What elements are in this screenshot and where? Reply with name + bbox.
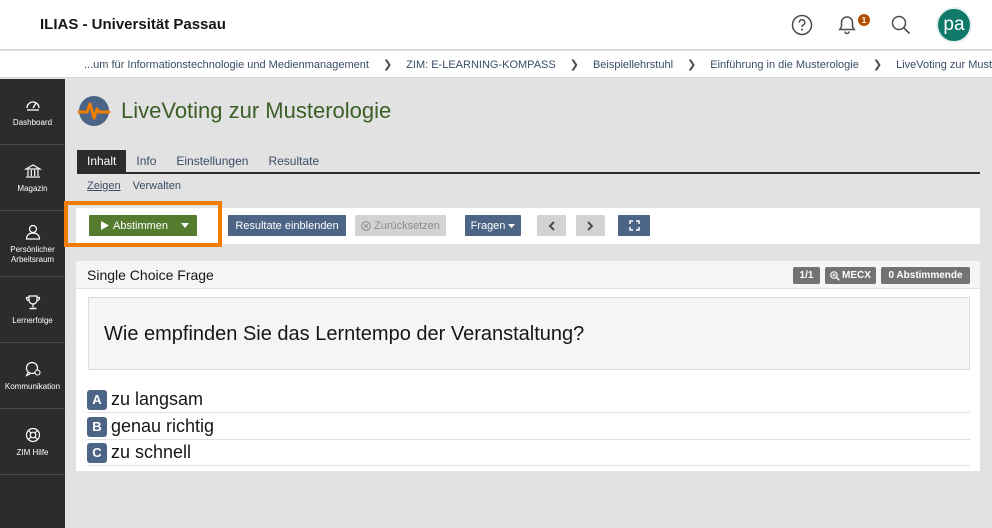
- sidebar-item-dashboard[interactable]: Dashboard: [0, 79, 65, 145]
- question-header: Single Choice Frage 1/1 MECX 0 Abstimmen…: [76, 261, 980, 289]
- sidebar-item-communication[interactable]: Kommunikation: [0, 343, 65, 409]
- user-icon: [25, 224, 40, 240]
- sidebar-item-achievements[interactable]: Lernerfolge: [0, 277, 65, 343]
- question-type: Single Choice Frage: [87, 267, 214, 283]
- top-header: ILIAS - Universität Passau 1 pa: [0, 0, 992, 50]
- chat-icon: [24, 361, 41, 377]
- dashboard-icon: [25, 100, 40, 111]
- help-icon[interactable]: [789, 12, 815, 38]
- access-code: MECX: [842, 270, 871, 281]
- chevron-right-icon: ❯: [872, 59, 883, 71]
- subtab-verwalten[interactable]: Verwalten: [133, 180, 181, 192]
- breadcrumb-item[interactable]: Beispiellehrstuhl: [593, 59, 673, 71]
- answer-option[interactable]: C zu schnell: [87, 440, 970, 466]
- livevoting-logo-icon: [77, 96, 111, 126]
- questions-dropdown-label: Fragen: [470, 219, 506, 232]
- search-icon[interactable]: [888, 12, 914, 38]
- sidebar-item-label: Magazin: [17, 183, 48, 193]
- chevron-right-icon: ❯: [569, 59, 579, 71]
- option-letter: B: [87, 416, 107, 437]
- page-header: LiveVoting zur Musterologie: [77, 94, 391, 128]
- subtab-bar: Zeigen Verwalten: [87, 180, 181, 192]
- question-panel: Single Choice Frage 1/1 MECX 0 Abstimmen…: [76, 261, 980, 471]
- bell-icon[interactable]: [834, 12, 860, 38]
- lifebuoy-icon: [25, 427, 40, 442]
- sidebar-item-label: ZIM Hilfe: [16, 447, 49, 457]
- sidebar-item-label: Persönlicher Arbeitsraum: [10, 244, 55, 264]
- show-results-button[interactable]: Resultate einblenden: [228, 215, 346, 236]
- option-text: genau richtig: [111, 416, 215, 436]
- circle-x-icon: [361, 220, 371, 231]
- chevron-right-icon: ❯: [382, 59, 393, 71]
- app-title[interactable]: ILIAS - Universität Passau: [40, 16, 226, 33]
- library-icon: [23, 163, 42, 178]
- option-text: zu langsam: [111, 389, 204, 409]
- option-text: zu schnell: [111, 442, 192, 462]
- question-text-box: Wie empfinden Sie das Lerntempo der Vera…: [88, 297, 970, 370]
- trophy-icon: [25, 294, 40, 309]
- sidebar-item-magazin[interactable]: Magazin: [0, 145, 65, 211]
- page-title: LiveVoting zur Musterologie: [121, 98, 392, 123]
- breadcrumb-item-current[interactable]: LiveVoting zur Musterologie: [896, 59, 992, 71]
- highlight-frame: [64, 201, 222, 247]
- previous-question-button[interactable]: [537, 215, 566, 236]
- questions-dropdown[interactable]: Fragen: [465, 215, 521, 236]
- zoom-in-icon: [830, 270, 840, 281]
- tab-bar: Inhalt Info Einstellungen Resultate: [77, 150, 980, 174]
- option-letter: A: [87, 389, 107, 410]
- fullscreen-button[interactable]: [618, 215, 650, 236]
- caret-down-icon: [508, 223, 516, 228]
- tab-resultate[interactable]: Resultate: [258, 150, 329, 172]
- answer-option[interactable]: A zu langsam: [87, 387, 970, 413]
- reset-button[interactable]: Zurücksetzen: [355, 215, 446, 236]
- answer-option[interactable]: B genau richtig: [87, 414, 970, 440]
- chevron-right-icon: [587, 220, 594, 231]
- voters-badge: 0 Abstimmende: [881, 267, 970, 284]
- breadcrumb-item[interactable]: Einführung in die Musterologie: [710, 59, 859, 71]
- breadcrumb: ...um für Informationstechnologie und Me…: [0, 51, 992, 78]
- avatar[interactable]: pa: [936, 7, 972, 43]
- notification-badge: 1: [858, 14, 870, 26]
- question-position-badge: 1/1: [793, 267, 820, 284]
- breadcrumb-item[interactable]: ZIM: E-LEARNING-KOMPASS: [406, 59, 556, 71]
- tab-info[interactable]: Info: [126, 150, 166, 172]
- main-sidebar: Dashboard Magazin Persönlicher Arbeitsra…: [0, 79, 65, 528]
- fullscreen-icon: [628, 220, 640, 231]
- option-letter: C: [87, 442, 107, 463]
- sidebar-item-personal-workspace[interactable]: Persönlicher Arbeitsraum: [0, 211, 65, 277]
- chevron-right-icon: ❯: [687, 59, 697, 71]
- next-question-button[interactable]: [576, 215, 605, 236]
- chevron-left-icon: [548, 220, 555, 231]
- sidebar-item-label: Kommunikation: [4, 381, 61, 391]
- sidebar-item-label: Lernerfolge: [12, 315, 53, 325]
- tab-einstellungen[interactable]: Einstellungen: [166, 150, 258, 172]
- subtab-zeigen[interactable]: Zeigen: [87, 180, 121, 192]
- question-text: Wie empfinden Sie das Lerntempo der Vera…: [104, 323, 585, 345]
- breadcrumb-item[interactable]: ...um für Informationstechnologie und Me…: [84, 59, 369, 71]
- reset-button-label: Zurücksetzen: [373, 219, 441, 232]
- sidebar-item-label: Dashboard: [12, 117, 53, 127]
- access-code-badge[interactable]: MECX: [825, 267, 876, 284]
- tab-inhalt[interactable]: Inhalt: [77, 150, 127, 172]
- sidebar-item-zim-help[interactable]: ZIM Hilfe: [0, 409, 65, 475]
